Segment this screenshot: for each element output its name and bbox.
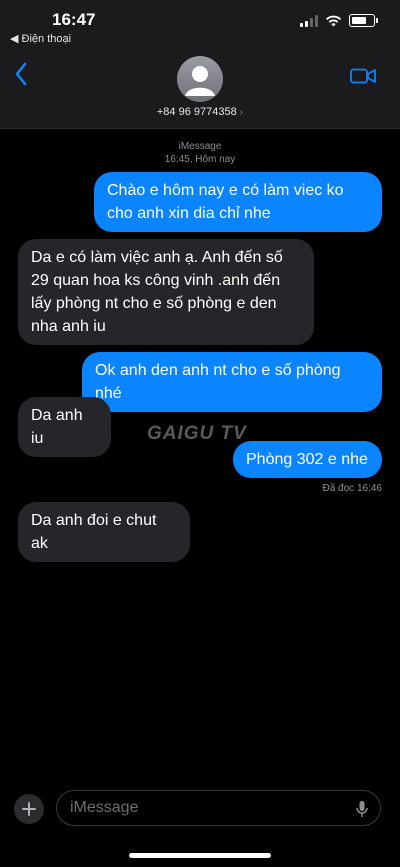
read-receipt: Đã đọc 16:46 [322, 483, 383, 494]
conversation-header: 16:47 ◀ Điện thoại +84 96 9774358 › [0, 0, 400, 129]
message-bubble-sent[interactable]: Phòng 302 e nhe [233, 441, 382, 478]
message-input[interactable]: iMessage [56, 790, 381, 826]
service-label: iMessage [178, 141, 222, 152]
person-icon [185, 66, 215, 96]
contact-avatar[interactable] [177, 56, 223, 102]
back-chevron-icon[interactable] [14, 62, 28, 86]
thread-timestamp: 16:45, Hôm nay [164, 154, 236, 165]
wifi-icon [325, 15, 342, 26]
message-bubble-sent[interactable]: Ok anh den anh nt cho e số phòng nhé [82, 352, 382, 412]
home-indicator[interactable] [129, 853, 271, 858]
chevron-right-icon: › [239, 107, 244, 118]
back-to-phone-link[interactable]: ◀ Điện thoại [10, 32, 71, 45]
signal-icon [300, 14, 318, 27]
video-call-icon[interactable] [350, 68, 376, 84]
apps-plus-button[interactable] [14, 794, 44, 824]
contact-name[interactable]: +84 96 9774358 › [0, 106, 400, 118]
message-input-placeholder: iMessage [70, 799, 139, 816]
message-bubble-received[interactable]: Da anh iu [18, 397, 111, 457]
thread-meta: iMessage 16:45, Hôm nay [0, 140, 400, 166]
message-bubble-received[interactable]: Da e có làm việc anh ạ. Anh đến số 29 qu… [18, 239, 314, 345]
status-icons [300, 14, 378, 27]
status-time: 16:47 [52, 10, 96, 29]
watermark: GAIGU TV [147, 423, 247, 444]
message-bubble-received[interactable]: Da anh đoi e chut ak [18, 502, 190, 562]
battery-icon [349, 14, 378, 27]
microphone-icon[interactable] [356, 800, 368, 818]
message-bubble-sent[interactable]: Chào e hôm nay e có làm viec ko cho anh … [94, 172, 382, 232]
plus-icon [22, 802, 36, 816]
